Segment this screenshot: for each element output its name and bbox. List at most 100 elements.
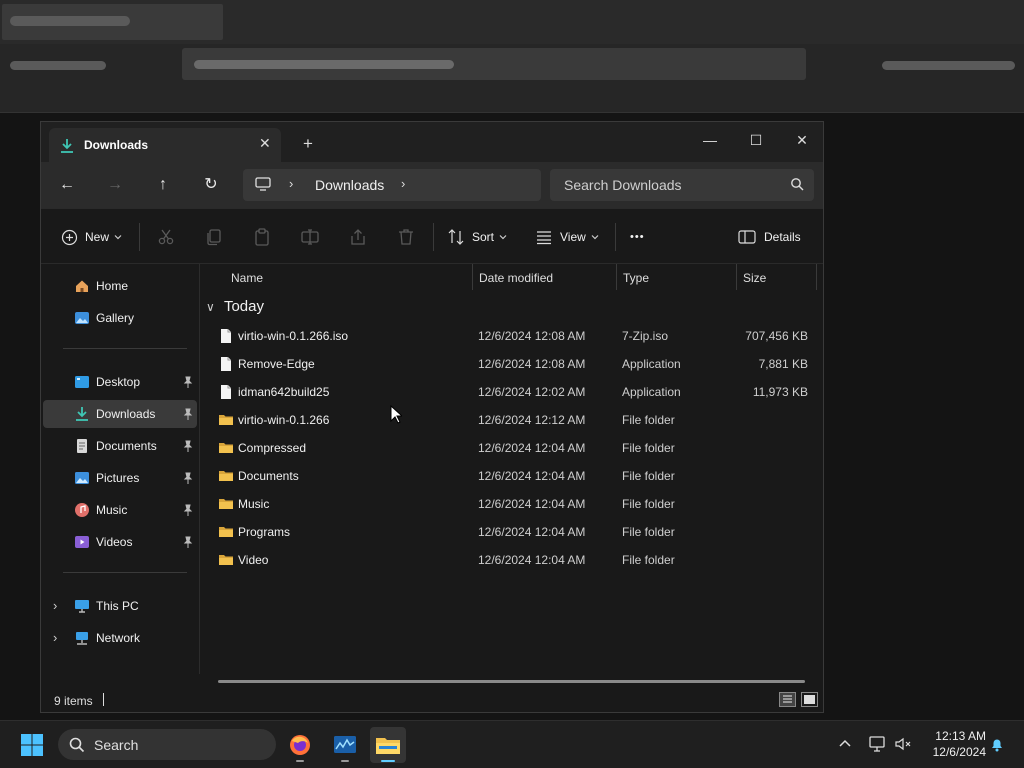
more-options-icon[interactable]: •••	[630, 225, 645, 249]
sidebar-label: Gallery	[96, 311, 135, 325]
column-divider[interactable]	[616, 264, 617, 290]
expand-chevron-icon[interactable]: ›	[53, 598, 57, 613]
folder-row[interactable]: virtio-win-0.1.266 12/6/2024 12:12 AM File…	[216, 406, 816, 434]
paste-icon[interactable]	[252, 227, 272, 247]
pin-icon[interactable]	[183, 504, 193, 516]
file-type: File folder	[622, 441, 675, 455]
folder-row[interactable]: Documents 12/6/2024 12:04 AM File folder	[216, 462, 816, 490]
delete-icon[interactable]	[396, 227, 416, 247]
new-button[interactable]: New	[61, 225, 123, 249]
pin-icon[interactable]	[183, 376, 193, 388]
close-tab-icon[interactable]: ✕	[259, 135, 271, 152]
file-row[interactable]: idman642build25 12/6/2024 12:02 AM Applica…	[216, 378, 816, 406]
column-header-size[interactable]: Size	[743, 271, 766, 285]
back-arrow-icon[interactable]: ←	[53, 172, 81, 198]
view-button[interactable]: View	[535, 225, 600, 249]
breadcrumb-downloads[interactable]: Downloads	[315, 177, 384, 193]
divider	[63, 348, 187, 349]
file-row[interactable]: virtio-win-0.1.266.iso 12/6/2024 12:08 AM…	[216, 322, 816, 350]
pin-icon[interactable]	[183, 472, 193, 484]
sort-button[interactable]: Sort	[447, 225, 508, 249]
running-indicator	[341, 760, 349, 762]
column-header-date[interactable]: Date modified	[479, 271, 553, 285]
rename-icon[interactable]	[300, 227, 320, 247]
volume-muted-icon[interactable]	[894, 735, 912, 753]
collapse-chevron-icon[interactable]: ∨	[206, 300, 215, 314]
divider	[433, 223, 434, 251]
tab-title: Downloads	[84, 138, 149, 152]
file-type: File folder	[622, 525, 675, 539]
active-indicator	[381, 760, 395, 762]
pin-icon[interactable]	[183, 408, 193, 420]
chevron-down-icon	[591, 235, 599, 240]
chevron-down-icon	[114, 235, 122, 240]
column-header-type[interactable]: Type	[623, 271, 649, 285]
new-tab-button[interactable]: +	[303, 135, 313, 152]
file-date: 12/6/2024 12:04 AM	[478, 553, 586, 567]
status-bar: 9 items	[41, 686, 823, 712]
chevron-up-icon[interactable]	[838, 737, 852, 751]
cut-icon[interactable]	[156, 227, 176, 247]
resource-monitor-app[interactable]	[327, 727, 363, 763]
sidebar-item-music[interactable]: Music	[43, 496, 197, 524]
search-box[interactable]: Search Downloads	[550, 169, 814, 201]
folder-row[interactable]: Compressed 12/6/2024 12:04 AM File folder	[216, 434, 816, 462]
file-explorer-app[interactable]	[370, 727, 406, 763]
sidebar-item-documents[interactable]: Documents	[43, 432, 197, 460]
file-date: 12/6/2024 12:04 AM	[478, 525, 586, 539]
taskbar-search[interactable]: Search	[58, 729, 276, 760]
folder-row[interactable]: Video 12/6/2024 12:04 AM File folder	[216, 546, 816, 574]
close-button[interactable]: ✕	[779, 128, 825, 152]
column-header-name[interactable]: Name	[231, 271, 263, 285]
folder-row[interactable]: Music 12/6/2024 12:04 AM File folder	[216, 490, 816, 518]
firefox-app[interactable]	[282, 727, 318, 763]
taskbar-clock[interactable]: 12:13 AM 12/6/2024	[920, 728, 986, 760]
up-arrow-icon[interactable]: ↑	[149, 172, 177, 198]
sidebar-item-this-pc[interactable]: › This PC	[43, 592, 197, 620]
expand-chevron-icon[interactable]: ›	[53, 630, 57, 645]
pin-icon[interactable]	[183, 536, 193, 548]
pin-icon[interactable]	[183, 440, 193, 452]
tab-downloads[interactable]: Downloads ✕	[49, 128, 281, 162]
sidebar-item-downloads[interactable]: Downloads	[43, 400, 197, 428]
sidebar-item-home[interactable]: Home	[43, 272, 197, 300]
minimize-button[interactable]: —	[687, 128, 733, 152]
sidebar-item-desktop[interactable]: Desktop	[43, 368, 197, 396]
background-address-placeholder	[194, 60, 454, 69]
horizontal-scrollbar[interactable]	[218, 680, 805, 683]
copy-icon[interactable]	[204, 227, 224, 247]
network-status-icon[interactable]	[868, 735, 886, 753]
column-divider[interactable]	[736, 264, 737, 290]
sidebar-item-videos[interactable]: Videos	[43, 528, 197, 556]
folder-icon	[219, 499, 233, 509]
details-view-button[interactable]	[779, 692, 796, 707]
refresh-icon[interactable]: ↻	[197, 172, 225, 198]
notification-bell-icon[interactable]	[989, 736, 1005, 752]
forward-arrow-icon[interactable]: →	[101, 172, 129, 198]
file-date: 12/6/2024 12:04 AM	[478, 441, 586, 455]
search-input[interactable]: Search Downloads	[564, 177, 682, 193]
sidebar-item-pictures[interactable]: Pictures	[43, 464, 197, 492]
new-label: New	[85, 230, 110, 244]
large-icons-view-button[interactable]	[801, 692, 818, 707]
share-icon[interactable]	[348, 227, 368, 247]
windows-start-icon[interactable]	[20, 733, 44, 757]
folder-icon	[219, 415, 233, 425]
details-view-icon	[783, 695, 792, 703]
column-divider[interactable]	[816, 264, 817, 290]
address-bar[interactable]: › Downloads ›	[243, 169, 541, 201]
sidebar-item-gallery[interactable]: Gallery	[43, 304, 197, 332]
column-divider[interactable]	[472, 264, 473, 290]
group-header-today[interactable]: ∨ Today	[206, 298, 264, 315]
file-type: Application	[622, 385, 681, 399]
sidebar-item-network[interactable]: › Network	[43, 624, 197, 652]
folder-row[interactable]: Programs 12/6/2024 12:04 AM File folder	[216, 518, 816, 546]
monitor-icon[interactable]	[255, 177, 271, 191]
file-row[interactable]: Remove-Edge 12/6/2024 12:08 AM Application…	[216, 350, 816, 378]
file-date: 12/6/2024 12:08 AM	[478, 329, 586, 343]
file-name: Remove-Edge	[238, 357, 315, 371]
breadcrumb-chevron-icon[interactable]: ›	[401, 176, 405, 191]
breadcrumb-chevron-icon[interactable]: ›	[289, 176, 293, 191]
details-button[interactable]: Details	[738, 225, 801, 249]
maximize-button[interactable]: ☐	[733, 128, 779, 152]
